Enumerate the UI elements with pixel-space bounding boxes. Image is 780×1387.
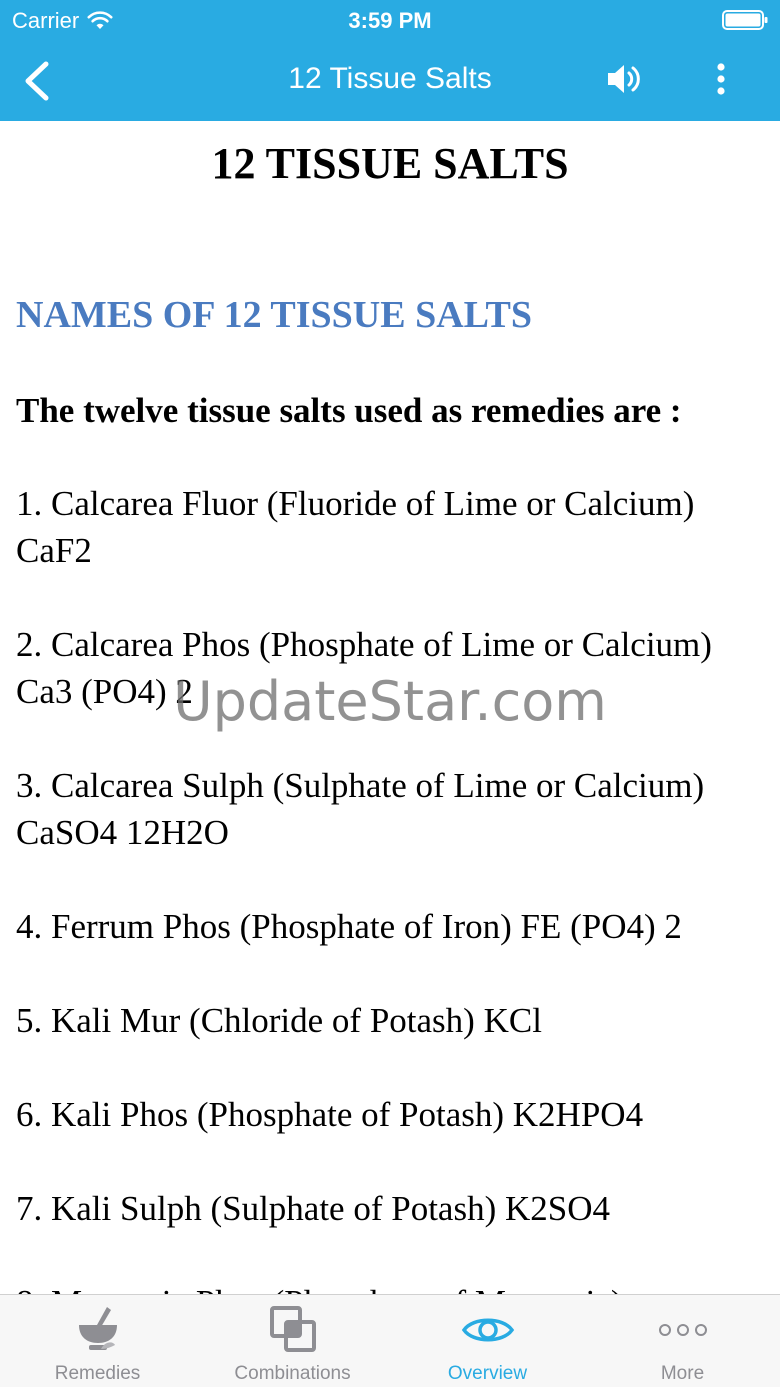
tab-label: Remedies: [54, 1363, 141, 1384]
back-chevron-icon[interactable]: [18, 60, 58, 102]
status-time: 3:59 PM: [348, 8, 432, 33]
tab-overview[interactable]: Overview: [390, 1295, 585, 1387]
tissue-salt-list: 1. Calcarea Fluor (Fluoride of Lime or C…: [0, 480, 780, 1294]
mortar-pestle-icon: [78, 1307, 117, 1350]
speaker-icon[interactable]: [604, 59, 644, 99]
tab-label: Overview: [447, 1363, 528, 1384]
eye-icon: [461, 1318, 514, 1342]
list-item: 5. Kali Mur (Chloride of Potash) KCl: [16, 1001, 542, 1040]
more-vertical-icon[interactable]: [708, 60, 734, 100]
overlapping-squares-icon: [269, 1306, 316, 1352]
navigation-bar: 12 Tissue Salts: [0, 40, 780, 121]
status-bar: Carrier 3:59 PM: [0, 0, 780, 40]
tab-label: More: [660, 1363, 705, 1384]
battery-icon: [722, 10, 768, 30]
document-title: 12 TISSUE SALTS: [211, 139, 569, 188]
list-item: 6. Kali Phos (Phosphate of Potash) K2HPO…: [16, 1095, 644, 1134]
page-title: 12 Tissue Salts: [288, 62, 492, 95]
list-item: 1. Calcarea Fluor (Fluoride of Lime or C…: [16, 484, 695, 570]
tab-combinations[interactable]: Combinations: [195, 1295, 390, 1387]
content-scroll-area[interactable]: 12 TISSUE SALTS NAMES OF 12 TISSUE SALTS…: [0, 121, 780, 1294]
tab-label: Combinations: [234, 1363, 351, 1384]
intro-text: The twelve tissue salts used as remedies…: [16, 391, 682, 430]
section-heading: NAMES OF 12 TISSUE SALTS: [16, 294, 533, 336]
tab-bar: Remedies Combinations Overview More: [0, 1294, 780, 1387]
more-horizontal-icon: [658, 1324, 707, 1336]
list-item: 2. Calcarea Phos (Phosphate of Lime or C…: [16, 625, 712, 711]
list-item: 4. Ferrum Phos (Phosphate of Iron) FE (P…: [16, 907, 682, 946]
list-item: 3. Calcarea Sulph (Sulphate of Lime or C…: [16, 766, 705, 852]
tab-remedies[interactable]: Remedies: [0, 1295, 195, 1387]
list-item: 7. Kali Sulph (Sulphate of Potash) K2SO4: [16, 1189, 611, 1228]
list-item: 8. Magnesia Phos (Phosphate of Magnesia): [16, 1279, 768, 1294]
tab-more[interactable]: More: [585, 1295, 780, 1387]
